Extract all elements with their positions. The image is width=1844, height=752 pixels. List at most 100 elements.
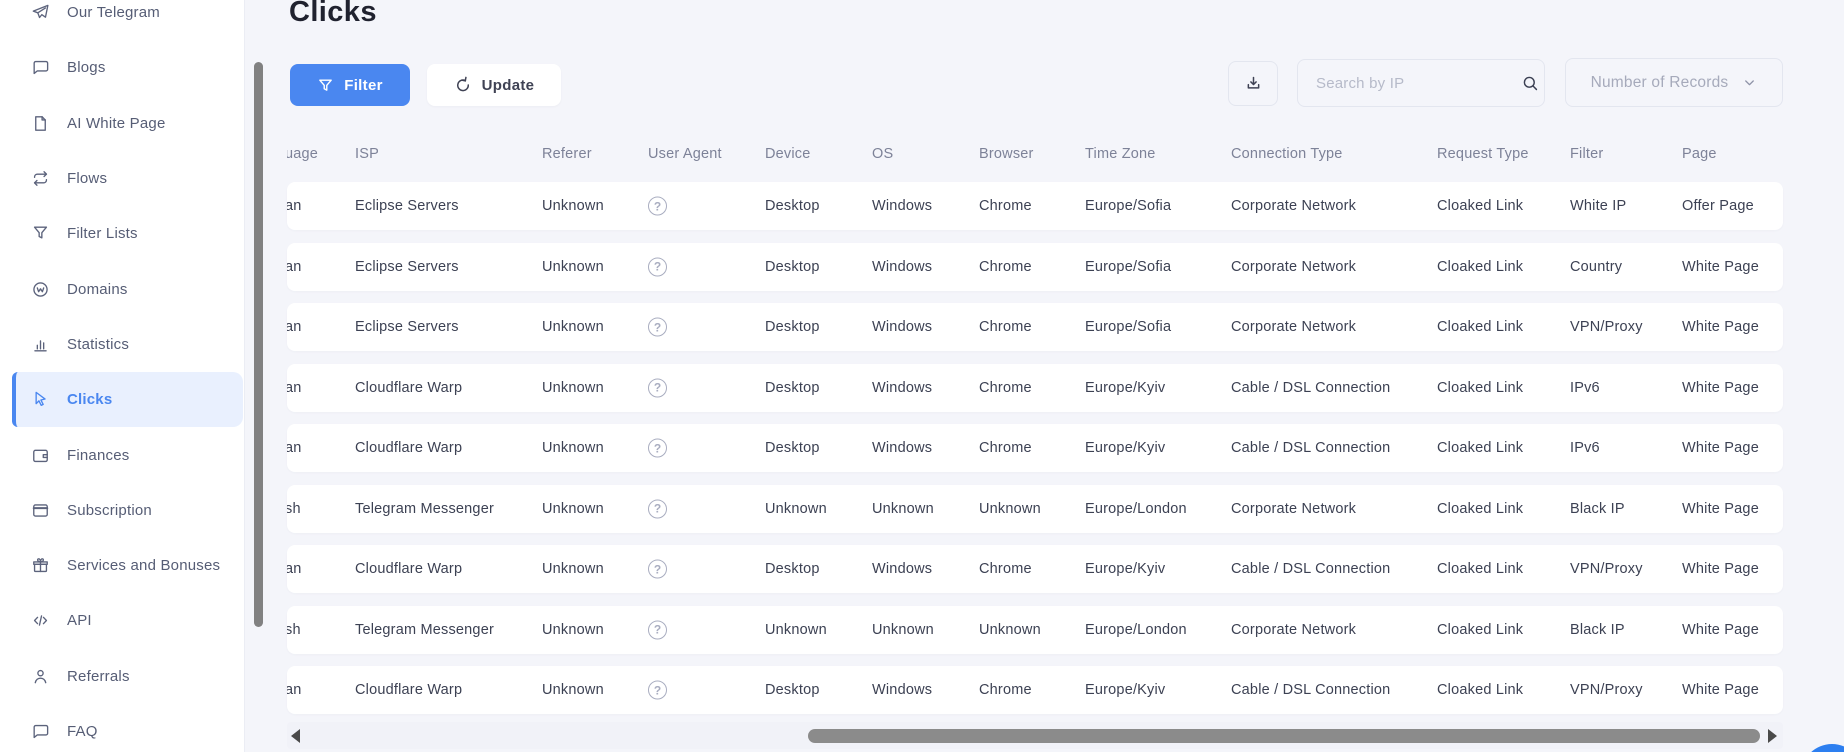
cell-request-type: Cloaked Link <box>1437 440 1524 456</box>
cell-request-type: Cloaked Link <box>1437 500 1524 517</box>
download-button[interactable] <box>1228 61 1278 106</box>
cell-filter: Black IP <box>1570 500 1625 517</box>
sidebar-item-blogs[interactable]: Blogs <box>0 40 244 95</box>
sidebar-item-referrals[interactable]: Referrals <box>0 649 244 704</box>
records-select[interactable]: Number of Records <box>1565 58 1783 107</box>
horizontal-scrollbar-thumb[interactable] <box>808 729 1760 743</box>
question-icon[interactable]: ? <box>648 620 667 639</box>
code-icon <box>31 611 50 630</box>
cell-device: Unknown <box>765 621 827 638</box>
cell-filter: White IP <box>1570 198 1627 214</box>
cell-isp: Telegram Messenger <box>355 500 494 517</box>
cell-language: an <box>287 258 302 275</box>
sidebar-vertical-scrollbar[interactable] <box>254 62 263 627</box>
cell-referer: Unknown <box>542 198 604 214</box>
cell-isp: Eclipse Servers <box>355 258 459 275</box>
search-icon[interactable] <box>1521 74 1540 93</box>
cell-isp: Cloudflare Warp <box>355 682 463 698</box>
gift-icon <box>31 556 50 575</box>
cell-connection-type: Corporate Network <box>1231 258 1357 275</box>
cell-request-type: Cloaked Link <box>1437 621 1524 638</box>
sidebar-item-ai-white-page[interactable]: AI White Page <box>0 96 244 151</box>
sidebar-item-clicks[interactable]: Clicks <box>12 372 243 428</box>
cell-request-type: Cloaked Link <box>1437 682 1524 698</box>
cell-time-zone: Europe/London <box>1085 500 1187 517</box>
update-button-label: Update <box>481 76 535 94</box>
question-icon[interactable]: ? <box>648 257 667 276</box>
cell-connection-type: Corporate Network <box>1231 500 1357 517</box>
page-icon <box>31 114 50 133</box>
sidebar-item-services-and-bonuses[interactable]: Services and Bonuses <box>0 538 244 593</box>
sidebar-item-domains[interactable]: Domains <box>0 261 244 316</box>
cell-language: an <box>287 379 302 396</box>
sidebar-item-label: Blogs <box>67 59 106 77</box>
cell-isp: Cloudflare Warp <box>355 379 463 396</box>
sidebar-item-api[interactable]: API <box>0 593 244 648</box>
sidebar-item-label: AI White Page <box>67 114 166 132</box>
sidebar-item-our-telegram[interactable]: Our Telegram <box>0 0 244 40</box>
update-button[interactable]: Update <box>427 64 561 106</box>
cell-browser: Chrome <box>979 682 1032 698</box>
cell-browser: Unknown <box>979 621 1041 638</box>
cell-page: White Page <box>1682 258 1759 275</box>
cell-browser: Unknown <box>979 500 1041 517</box>
sidebar-item-label: Flows <box>67 170 108 188</box>
cell-referer: Unknown <box>542 500 604 517</box>
cell-language: sh <box>287 500 301 517</box>
cell-device: Desktop <box>765 682 820 698</box>
scroll-right-arrow[interactable] <box>1768 729 1777 743</box>
sidebar-item-finances[interactable]: Finances <box>0 427 244 482</box>
cell-referer: Unknown <box>542 379 604 396</box>
globe-icon <box>31 280 50 299</box>
sidebar-item-filter-lists[interactable]: Filter Lists <box>0 206 244 261</box>
table-row: an Eclipse Servers Unknown? Desktop Windows C… <box>287 303 1783 351</box>
cell-request-type: Cloaked Link <box>1437 379 1524 396</box>
cell-connection-type: Cable / DSL Connection <box>1231 682 1391 698</box>
filter-button[interactable]: Filter <box>290 64 410 106</box>
chat-widget-button[interactable] <box>1801 744 1844 752</box>
question-icon[interactable]: ? <box>648 438 667 458</box>
cell-browser: Chrome <box>979 319 1032 335</box>
question-icon[interactable]: ? <box>648 196 667 216</box>
question-icon[interactable]: ? <box>648 499 667 518</box>
column-header-device: Device <box>765 146 811 162</box>
cell-device: Desktop <box>765 379 820 396</box>
column-header-user-agent: User Agent <box>648 146 722 162</box>
person-icon <box>31 667 50 686</box>
cell-browser: Chrome <box>979 561 1032 577</box>
question-icon[interactable]: ? <box>648 378 667 397</box>
sidebar-item-statistics[interactable]: Statistics <box>0 317 244 372</box>
sidebar-item-flows[interactable]: Flows <box>0 151 244 206</box>
cell-language: an <box>287 440 302 456</box>
sidebar-item-label: Services and Bonuses <box>67 557 221 575</box>
cell-filter: Country <box>1570 258 1623 275</box>
cell-language: an <box>287 682 302 698</box>
cell-time-zone: Europe/Sofia <box>1085 198 1172 214</box>
column-header-browser: Browser <box>979 146 1034 162</box>
cell-connection-type: Corporate Network <box>1231 621 1357 638</box>
cell-page: White Page <box>1682 319 1759 335</box>
cell-referer: Unknown <box>542 621 604 638</box>
question-icon[interactable]: ? <box>648 317 667 337</box>
sidebar-item-subscription[interactable]: Subscription <box>0 483 244 538</box>
cell-connection-type: Corporate Network <box>1231 198 1357 214</box>
table-row: an Cloudflare Warp Unknown? Desktop Windows C… <box>287 363 1783 412</box>
cell-time-zone: Europe/Sofia <box>1085 319 1172 335</box>
cell-os: Windows <box>872 198 933 214</box>
search-box <box>1297 59 1545 107</box>
scroll-left-arrow[interactable] <box>291 729 300 743</box>
cell-referer: Unknown <box>542 440 604 456</box>
sidebar-item-label: Statistics <box>67 335 130 353</box>
column-header-os: OS <box>872 146 894 162</box>
cell-os: Windows <box>872 258 933 275</box>
cell-request-type: Cloaked Link <box>1437 561 1524 577</box>
cell-time-zone: Europe/Sofia <box>1085 258 1172 275</box>
question-icon[interactable]: ? <box>648 559 667 579</box>
question-icon[interactable]: ? <box>648 680 667 700</box>
cell-page: White Page <box>1682 440 1759 456</box>
cell-request-type: Cloaked Link <box>1437 198 1524 214</box>
search-input[interactable] <box>1298 74 1521 92</box>
sidebar-item-faq[interactable]: FAQ <box>0 704 244 752</box>
filter-button-label: Filter <box>344 76 383 94</box>
table-row: an Cloudflare Warp Unknown? Desktop Windows C… <box>287 545 1783 593</box>
